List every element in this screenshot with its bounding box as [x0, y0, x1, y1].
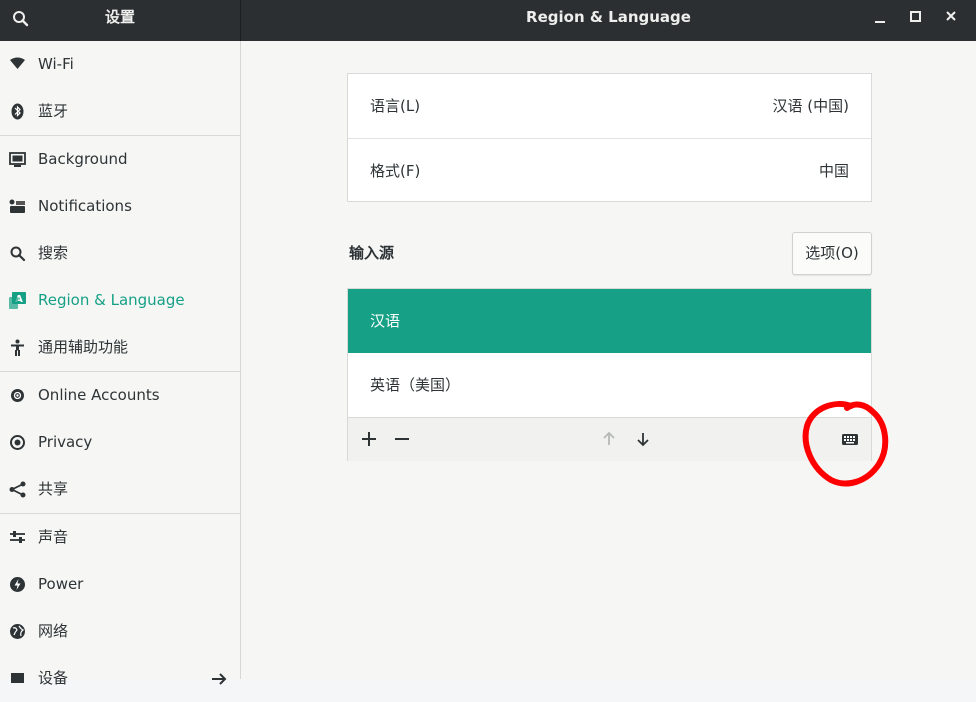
format-label: 格式(F)	[370, 162, 421, 180]
sidebar-item-bluetooth[interactable]: 蓝牙	[0, 88, 240, 135]
language-value: 汉语 (中国)	[772, 97, 849, 115]
header-bar: 设置 Region & Language	[0, 0, 976, 41]
input-source-item[interactable]: 英语（美国）	[348, 353, 871, 417]
format-row[interactable]: 格式(F) 中国	[348, 138, 871, 203]
sidebar-item-wifi[interactable]: Wi-Fi	[0, 41, 240, 88]
main-panel: 语言(L) 汉语 (中国) 格式(F) 中国 输入源 选项(O) 汉语 英语（美…	[241, 41, 976, 679]
minimize-icon[interactable]	[868, 6, 892, 28]
bluetooth-icon	[11, 103, 24, 120]
options-button[interactable]: 选项(O)	[792, 232, 872, 275]
language-format-card: 语言(L) 汉语 (中国) 格式(F) 中国	[347, 73, 872, 202]
sidebar-title: 设置	[104, 8, 135, 26]
sidebar-item-sound[interactable]: 声音	[0, 514, 240, 561]
sidebar-item-label: Notifications	[38, 197, 132, 215]
keyboard-icon[interactable]	[841, 430, 859, 448]
sidebar-item-share[interactable]: 共享	[0, 466, 240, 513]
input-sources-list: 汉语 英语（美国）	[347, 288, 872, 461]
sidebar-item-search[interactable]: 搜索	[0, 230, 240, 277]
sidebar-item-label: 共享	[38, 480, 69, 498]
input-source-label: 英语（美国）	[370, 376, 461, 394]
sidebar-item-region-language[interactable]: A Region & Language	[0, 277, 240, 324]
background-icon	[9, 152, 26, 167]
sidebar-header: 设置	[0, 0, 241, 41]
language-label: 语言(L)	[370, 97, 421, 115]
notifications-icon	[9, 199, 25, 213]
sidebar: Wi-Fi 蓝牙 Background Notifications 搜索 A R…	[0, 41, 241, 687]
sidebar-item-background[interactable]: Background	[0, 136, 240, 183]
sidebar-item-label: Background	[38, 150, 128, 168]
privacy-icon	[10, 435, 25, 450]
sidebar-item-network[interactable]: 网络	[0, 608, 240, 655]
sidebar-item-label: Power	[38, 575, 84, 593]
move-up-icon[interactable]	[600, 430, 618, 448]
online-accounts-icon	[11, 389, 24, 402]
region-language-icon: A	[9, 292, 26, 309]
add-icon[interactable]	[360, 430, 378, 448]
language-row[interactable]: 语言(L) 汉语 (中国)	[348, 74, 871, 138]
format-value: 中国	[818, 162, 849, 180]
sidebar-item-label: Privacy	[38, 433, 93, 451]
share-icon	[9, 481, 26, 498]
sidebar-item-label: 通用辅助功能	[38, 338, 129, 356]
input-sources-toolbar	[348, 417, 871, 461]
arrow-right-icon	[212, 673, 227, 685]
close-icon[interactable]	[939, 6, 963, 28]
sidebar-item-label: 声音	[38, 528, 69, 546]
window-title: Region & Language	[526, 8, 691, 26]
accessibility-icon	[11, 339, 24, 356]
remove-icon[interactable]	[393, 430, 411, 448]
input-source-item[interactable]: 汉语	[348, 289, 871, 353]
move-down-icon[interactable]	[634, 430, 652, 448]
network-icon	[10, 624, 25, 639]
maximize-icon[interactable]	[903, 6, 927, 28]
sidebar-item-power[interactable]: Power	[0, 561, 240, 608]
wifi-icon	[10, 57, 25, 69]
input-source-label: 汉语	[370, 312, 401, 330]
sidebar-item-privacy[interactable]: Privacy	[0, 419, 240, 466]
power-icon	[10, 577, 25, 592]
sidebar-item-label: 搜索	[38, 244, 69, 262]
sidebar-item-accessibility[interactable]: 通用辅助功能	[0, 324, 240, 371]
sidebar-item-label: Online Accounts	[38, 386, 160, 404]
sidebar-item-label: 蓝牙	[38, 102, 69, 120]
sound-icon	[10, 531, 25, 543]
sidebar-item-label: 网络	[38, 622, 69, 640]
sidebar-item-label: Region & Language	[38, 291, 185, 309]
search-icon	[10, 246, 26, 262]
sidebar-item-label: Wi-Fi	[38, 55, 74, 73]
sidebar-item-notifications[interactable]: Notifications	[0, 183, 240, 230]
input-sources-title: 输入源	[349, 244, 395, 262]
sidebar-item-online-accounts[interactable]: Online Accounts	[0, 372, 240, 419]
